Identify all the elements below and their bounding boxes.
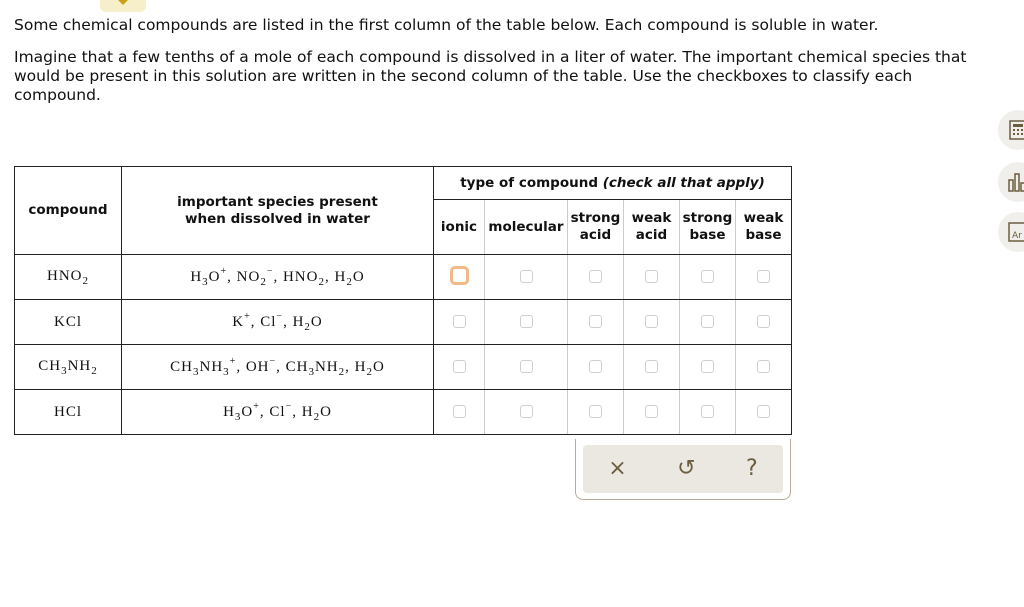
checkbox-weak-base[interactable] — [757, 314, 770, 328]
checkbox-weak-acid[interactable] — [645, 269, 658, 283]
intro-paragraph-2: Imagine that a few tenths of a mole of e… — [14, 48, 967, 104]
species-cell: K+, Cl−, H2O — [121, 299, 434, 345]
checkbox-weak-acid[interactable] — [645, 404, 658, 418]
header-molecular: molecular — [484, 199, 568, 255]
checkbox-strong-acid[interactable] — [589, 359, 602, 373]
checkbox-weak-base[interactable] — [757, 404, 770, 418]
compound-cell: KCl — [14, 299, 122, 345]
checkbox-ionic[interactable] — [452, 314, 466, 328]
instructions: Some chemical compounds are listed in th… — [14, 16, 994, 118]
checkbox-strong-base[interactable] — [701, 314, 714, 328]
header-strong-base: strong base — [679, 199, 736, 255]
answer-actions: × ↺ ? — [575, 439, 791, 500]
header-strong-acid: strong acid — [567, 199, 624, 255]
calculator-icon — [1009, 120, 1024, 140]
undo-button[interactable]: ↺ — [677, 458, 695, 480]
checkbox-ionic[interactable] — [452, 404, 466, 418]
header-weak-acid: weak acid — [623, 199, 680, 255]
header-weak-base: weak base — [735, 199, 792, 255]
species-cell: H3O+, Cl−, H2O — [121, 389, 434, 435]
checkbox-weak-acid[interactable] — [645, 314, 658, 328]
checkbox-molecular[interactable] — [519, 314, 533, 328]
checkbox-molecular[interactable] — [519, 269, 533, 283]
chart-icon — [1008, 173, 1024, 192]
clear-button[interactable]: × — [608, 458, 626, 480]
table-row: HNO2 H3O+, NO2−, HNO2, H2O — [14, 254, 792, 300]
checkbox-strong-acid[interactable] — [589, 314, 602, 328]
checkbox-weak-base[interactable] — [757, 269, 770, 283]
checkbox-strong-base[interactable] — [701, 404, 714, 418]
classification-table: compound important species present when … — [14, 166, 792, 435]
header-compound: compound — [14, 166, 122, 255]
compound-cell: CH3NH2 — [14, 344, 122, 390]
collapse-tab[interactable] — [100, 0, 146, 12]
species-cell: CH3NH3+, OH−, CH3NH2, H2O — [121, 344, 434, 390]
checkbox-ionic[interactable] — [449, 265, 469, 285]
svg-text:Ar: Ar — [1012, 231, 1022, 241]
header-type: type of compound (check all that apply) — [433, 166, 792, 200]
checkbox-ionic[interactable] — [452, 359, 466, 373]
intro-paragraph-1: Some chemical compounds are listed in th… — [14, 16, 879, 34]
checkbox-strong-base[interactable] — [701, 269, 714, 283]
compound-cell: HNO2 — [14, 254, 122, 300]
header-ionic: ionic — [433, 199, 485, 255]
species-cell: H3O+, NO2−, HNO2, H2O — [121, 254, 434, 300]
periodic-table-button[interactable]: Ar — [998, 212, 1024, 252]
checkbox-strong-acid[interactable] — [589, 269, 602, 283]
chevron-down-icon — [117, 0, 129, 5]
checkbox-molecular[interactable] — [519, 359, 533, 373]
checkbox-weak-acid[interactable] — [645, 359, 658, 373]
calculator-button[interactable] — [998, 110, 1024, 150]
help-button[interactable]: ? — [746, 458, 758, 480]
data-button[interactable] — [998, 162, 1024, 202]
table-row: KCl K+, Cl−, H2O — [14, 299, 792, 345]
compound-cell: HCl — [14, 389, 122, 435]
table-row: CH3NH2 CH3NH3+, OH−, CH3NH2, H2O — [14, 344, 792, 390]
checkbox-strong-acid[interactable] — [589, 404, 602, 418]
periodic-table-icon: Ar — [1008, 222, 1024, 242]
table-row: HCl H3O+, Cl−, H2O — [14, 389, 792, 435]
checkbox-molecular[interactable] — [519, 404, 533, 418]
checkbox-strong-base[interactable] — [701, 359, 714, 373]
header-species: important species present when dissolved… — [121, 166, 434, 255]
checkbox-weak-base[interactable] — [757, 359, 770, 373]
